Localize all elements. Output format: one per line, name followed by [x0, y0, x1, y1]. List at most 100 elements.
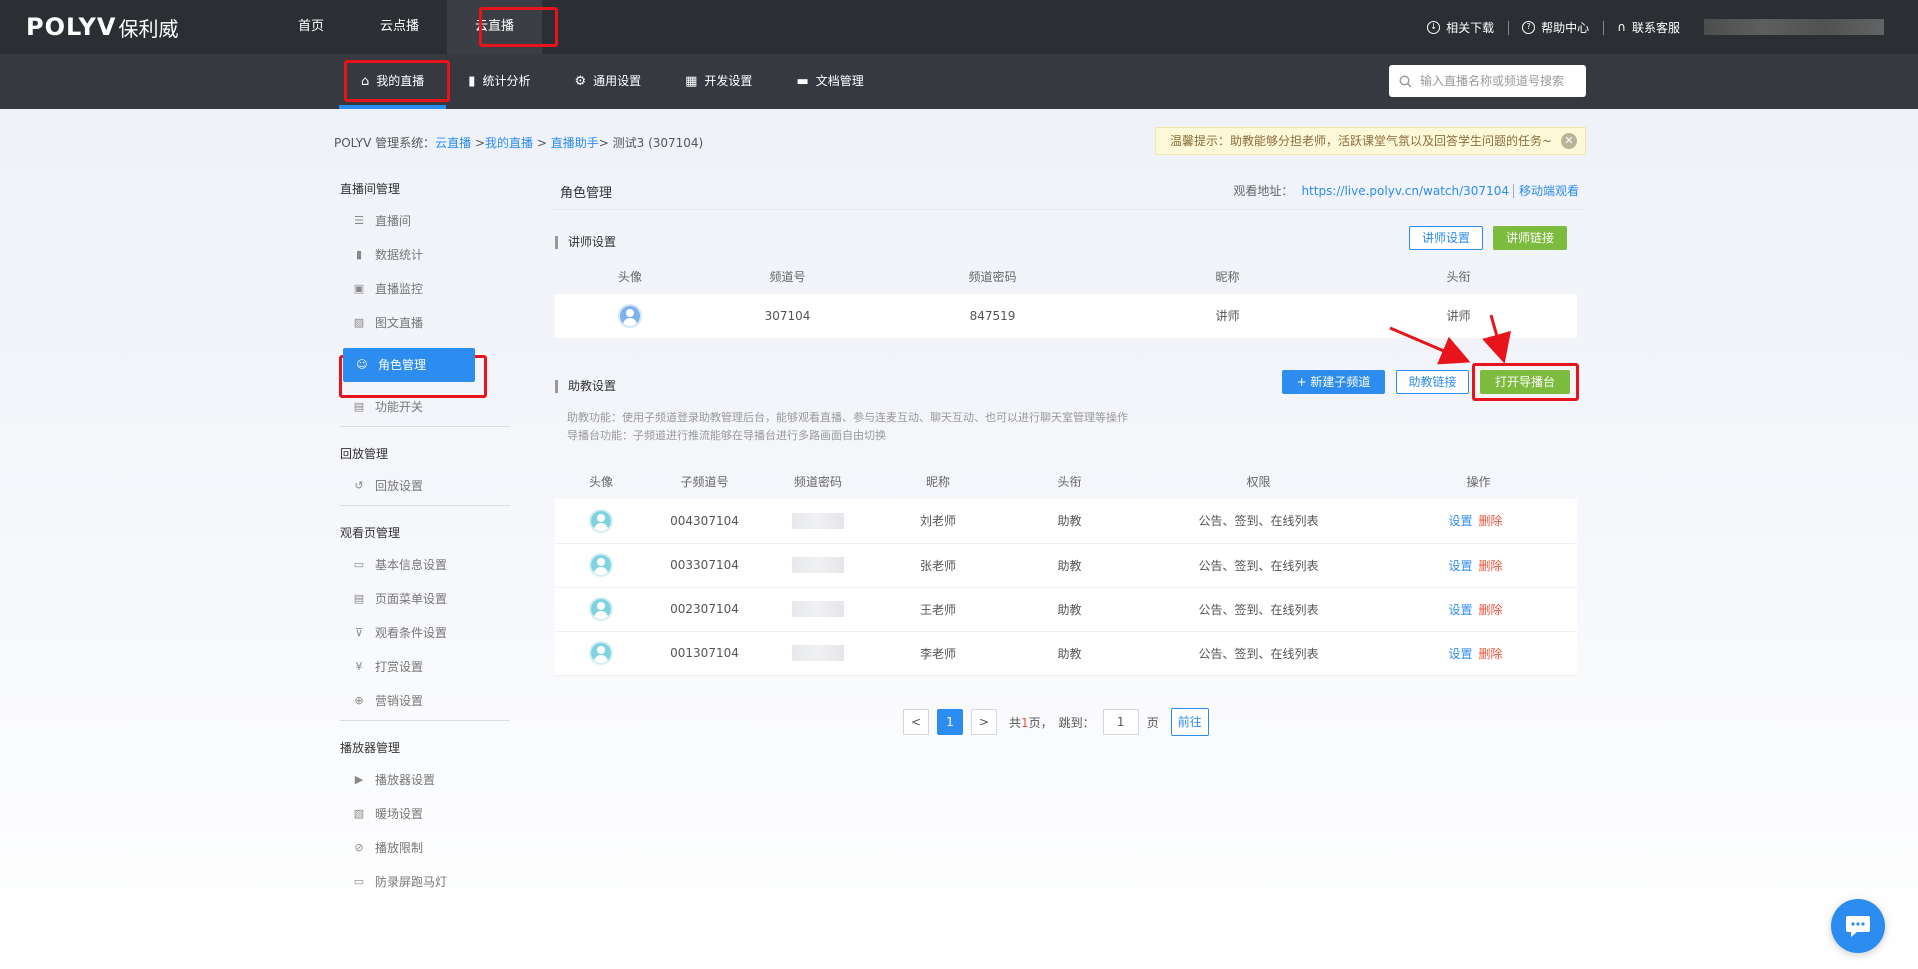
switch-icon: ▤ — [353, 400, 365, 413]
sidebar-item[interactable]: ☺ 角色管理 — [343, 348, 475, 382]
avatar — [589, 597, 613, 621]
breadcrumb-cloud-live[interactable]: 云直播 — [435, 136, 471, 150]
new-subchannel-button[interactable]: + 新建子频道 — [1282, 370, 1385, 394]
subchannel-cell: 003307104 — [647, 543, 762, 588]
watch-address: 观看地址： https://live.polyv.cn/watch/307104 移… — [1233, 182, 1579, 199]
sidebar-item[interactable]: ▤ 页面菜单设置 — [340, 582, 510, 616]
sidebar-item[interactable]: ▮ 数据统计 — [340, 238, 510, 272]
subnav-stats[interactable]: ▮ 统计分析 — [446, 54, 552, 109]
avatar — [589, 553, 613, 577]
sidebar-item-label: 回放设置 — [375, 479, 424, 493]
lecturer-settings-button[interactable]: 讲师设置 — [1409, 226, 1483, 250]
settings-link[interactable]: 设置 — [1448, 559, 1472, 573]
settings-link[interactable]: 设置 — [1448, 647, 1472, 661]
sidebar-item[interactable]: ↺ 回放设置 — [340, 469, 510, 503]
sidebar-item-label: 打赏设置 — [375, 660, 424, 674]
topnav-live[interactable]: 云直播 — [447, 0, 543, 54]
col-password: 频道密码 — [793, 474, 842, 489]
breadcrumb-assistant[interactable]: 直播助手 — [551, 136, 599, 150]
sidebar-item[interactable]: ▭ 基本信息设置 — [340, 548, 510, 582]
sidebar-item[interactable]: ☰ 直播间 — [340, 204, 510, 238]
lecturer-link-button[interactable]: 讲师链接 — [1493, 226, 1567, 250]
sidebar-item[interactable]: ▤ 功能开关 — [340, 390, 510, 424]
user-account[interactable] — [1704, 19, 1884, 35]
lecturer-section-title: 讲师设置 — [555, 236, 616, 249]
col-title: 头衔 — [1446, 269, 1471, 284]
polyv-logo[interactable]: POLYV 保利威 — [26, 13, 179, 41]
marquee-icon: ▭ — [353, 875, 365, 888]
logo-text: POLYV — [26, 13, 117, 41]
arrow-annotation — [1389, 314, 1511, 365]
delete-link[interactable]: 删除 — [1479, 514, 1503, 528]
delete-link[interactable]: 删除 — [1479, 603, 1503, 617]
avatar-cell — [555, 499, 647, 544]
help-label: 帮助中心 — [1541, 20, 1590, 35]
page-1-button[interactable]: 1 — [937, 709, 963, 735]
jump-input[interactable]: 1 — [1102, 709, 1139, 735]
password-masked — [792, 557, 844, 573]
topnav-home[interactable]: 首页 — [270, 0, 352, 54]
subnav-dev[interactable]: ▦ 开发设置 — [663, 54, 774, 109]
sidebar-divider — [340, 505, 510, 506]
table-row: 002307104 王老师 助教 公告、签到、在线列表 设置 删除 — [555, 587, 1577, 632]
assistant-link-button[interactable]: 助教链接 — [1396, 370, 1469, 394]
total-prefix: 共 — [1009, 715, 1022, 730]
sidebar-item-label: 直播监控 — [375, 282, 424, 296]
title-cell: 助教 — [1002, 587, 1137, 632]
sub-nav: ⌂ 我的直播 ▮ 统计分析 ⚙ 通用设置 ▦ 开发设置 ▬ 文档管理 — [0, 54, 1918, 109]
sidebar-item[interactable]: ▧ 暖场设置 — [340, 797, 510, 831]
sidebar-item[interactable]: ¥ 打赏设置 — [340, 650, 510, 684]
sidebar-divider — [340, 720, 510, 721]
prev-page-button[interactable]: < — [903, 709, 929, 735]
sidebar-item-label: 功能开关 — [375, 400, 424, 414]
settings-link[interactable]: 设置 — [1448, 514, 1472, 528]
page-title: 角色管理 — [560, 186, 613, 201]
download-link[interactable]: ↓ 相关下载 — [1413, 19, 1508, 36]
watch-url-link[interactable]: https://live.polyv.cn/watch/307104 — [1301, 184, 1509, 198]
sidebar-item[interactable]: ▣ 直播监控 — [340, 272, 510, 306]
gear-icon: ⚙ — [574, 74, 587, 89]
table-row: 003307104 张老师 助教 公告、签到、在线列表 设置 删除 — [555, 543, 1577, 588]
subnav-general[interactable]: ⚙ 通用设置 — [552, 54, 663, 109]
table-header: 头像 子频道号 频道密码 昵称 头衔 权限 操作 — [555, 463, 1577, 499]
subchannel-cell: 002307104 — [647, 587, 762, 632]
sidebar-item-label: 营销设置 — [375, 694, 424, 708]
avatar-cell — [555, 631, 647, 676]
col-avatar: 头像 — [617, 269, 642, 284]
subnav-label: 我的直播 — [376, 74, 425, 88]
breadcrumb: POLYV 管理系统：云直播 >我的直播 > 直播助手> 测试3 (307104… — [334, 134, 703, 151]
sidebar-item-label: 观看条件设置 — [375, 626, 448, 640]
subnav-docs[interactable]: ▬ 文档管理 — [774, 54, 885, 109]
breadcrumb-my-live[interactable]: 我的直播 — [485, 136, 533, 150]
service-link[interactable]: ∩ 联系客服 — [1603, 19, 1694, 36]
col-permission: 权限 — [1246, 474, 1271, 489]
subnav-my-live[interactable]: ⌂ 我的直播 — [339, 54, 447, 109]
sidebar-item[interactable]: ▨ 图文直播 — [340, 306, 510, 340]
sidebar-item-label: 直播间 — [375, 214, 412, 228]
delete-link[interactable]: 删除 — [1479, 559, 1503, 573]
director-desc-line: 导播台功能：子频道进行推流能够在导播台进行多路画面自由切换 — [567, 429, 886, 442]
sidebar-item[interactable]: ⊽ 观看条件设置 — [340, 616, 510, 650]
open-director-button[interactable]: 打开导播台 — [1480, 370, 1570, 394]
search-input[interactable] — [1420, 74, 1580, 88]
jump-label: 跳到： — [1058, 715, 1095, 730]
sidebar-item[interactable]: ⊕ 营销设置 — [340, 684, 510, 718]
next-page-button[interactable]: > — [971, 709, 997, 735]
help-link[interactable]: ? 帮助中心 — [1508, 19, 1603, 36]
close-icon[interactable]: ✕ — [1561, 133, 1577, 149]
sidebar-item[interactable]: ▭ 防录屏跑马灯 — [340, 865, 510, 899]
mobile-watch-link[interactable]: 移动端观看 — [1512, 184, 1579, 198]
assistant-desc-line: 助教功能：使用子频道登录助教管理后台，能够观看直播、参与连麦互动、聊天互动、也可… — [567, 411, 1128, 424]
go-button[interactable]: 前往 — [1170, 708, 1209, 736]
col-actions: 操作 — [1466, 474, 1491, 489]
sidebar-item[interactable]: ▶ 播放器设置 — [340, 763, 510, 797]
password-cell — [762, 543, 874, 588]
col-title: 头衔 — [1057, 474, 1082, 489]
topnav-vod[interactable]: 云点播 — [352, 0, 447, 54]
title-cell: 助教 — [1002, 543, 1137, 588]
delete-link[interactable]: 删除 — [1479, 647, 1503, 661]
chat-bubble-button[interactable] — [1831, 899, 1885, 953]
sidebar-item[interactable]: ⊘ 播放限制 — [340, 831, 510, 865]
password-cell — [762, 631, 874, 676]
settings-link[interactable]: 设置 — [1448, 603, 1472, 617]
